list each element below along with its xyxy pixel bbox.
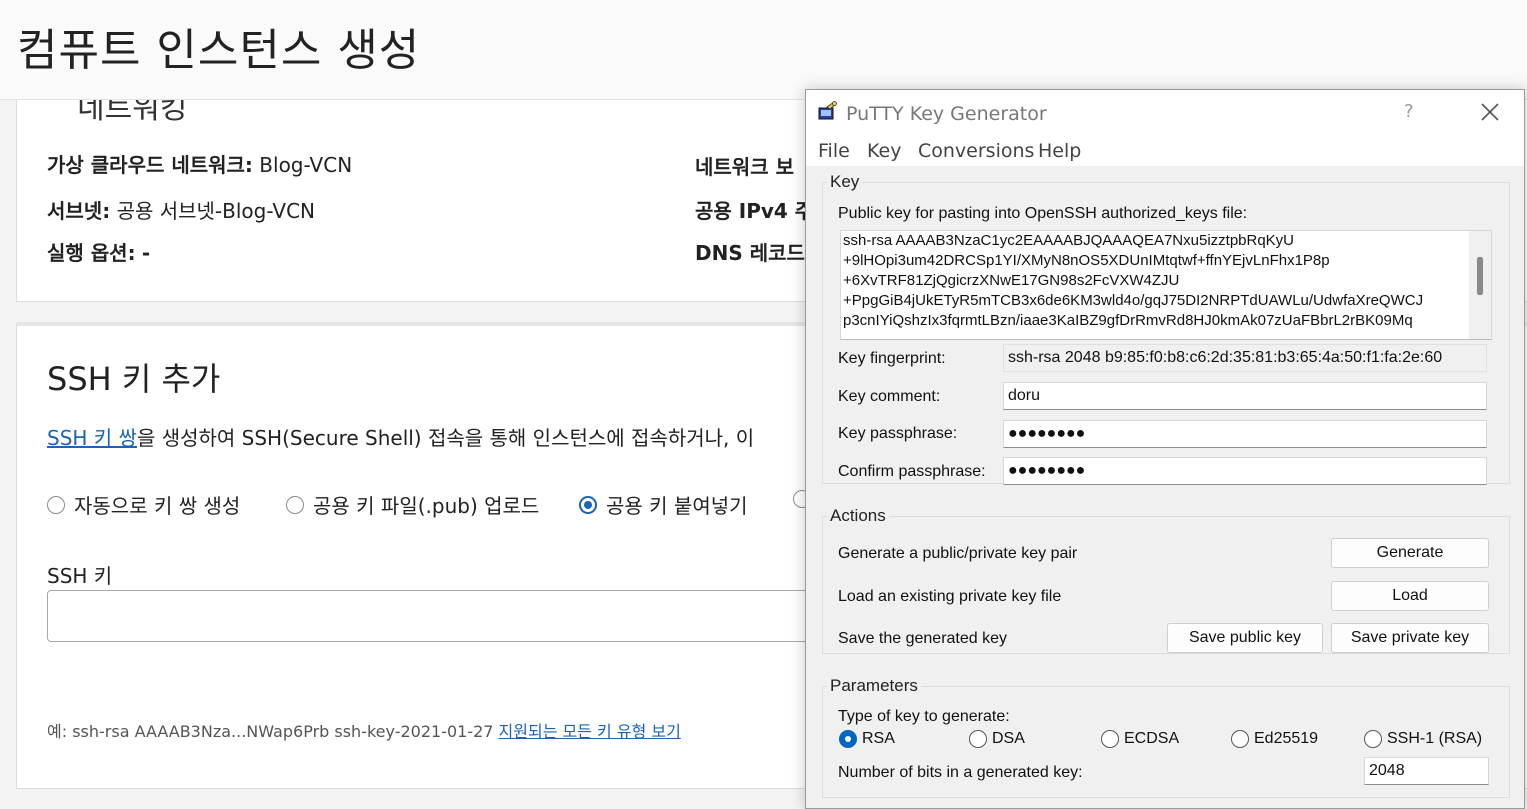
radio-dsa-circle[interactable] xyxy=(969,730,987,748)
vcn-row: 가상 클라우드 네트워크: Blog-VCN xyxy=(47,149,352,178)
option-upload-pub-file[interactable]: 공용 키 파일(.pub) 업로드 xyxy=(286,490,539,519)
menu-bar: File Key Conversions Help xyxy=(806,136,1524,166)
public-key-line: +9lHOpi3um42DRCSp1YI/XMyN8nOS5XDUnIMtqtw… xyxy=(843,252,1330,269)
ssh-key-pair-link[interactable]: SSH 키 쌍 xyxy=(47,426,137,450)
public-key-scrollbar[interactable] xyxy=(1469,231,1491,339)
option-generate-key-pair[interactable]: 자동으로 키 쌍 생성 xyxy=(47,490,240,519)
public-key-line: +6XvTRF81ZjQgicrzXNwE17GN98s2FcVXW4ZJU xyxy=(843,272,1180,289)
actions-group-legend: Actions xyxy=(830,506,886,525)
vcn-value: Blog-VCN xyxy=(259,153,353,177)
radio-upload-pub-file[interactable] xyxy=(286,495,304,514)
generate-button[interactable]: Generate xyxy=(1331,538,1489,568)
radio-label: RSA xyxy=(862,730,895,747)
dns-record-label: DNS 레코드 xyxy=(695,241,805,265)
launch-options-value: - xyxy=(141,241,151,265)
page-header: 컴퓨트 인스턴스 생성 xyxy=(0,0,1527,100)
option-paste-public-key[interactable]: 공용 키 붙여넣기 xyxy=(579,490,748,519)
passphrase-label: Key passphrase: xyxy=(838,425,958,442)
radio-ecdsa[interactable]: ECDSA xyxy=(1101,730,1179,748)
vcn-label: 가상 클라우드 네트워크: xyxy=(47,153,253,177)
radio-label: SSH-1 (RSA) xyxy=(1387,730,1483,747)
puttygen-app-icon xyxy=(818,101,837,120)
public-key-line: +PpgGiB4jUkETyR5mTCB3x6de6KM3wld4o/gqJ75… xyxy=(843,292,1424,309)
ssh-description-text: 을 생성하여 SSH(Secure Shell) 접속을 통해 인스턴스에 접속… xyxy=(136,426,755,450)
public-key-textbox[interactable]: ssh-rsa AAAAB3NzaC1yc2EAAAABJQAAAQEA7Nxu… xyxy=(840,230,1492,340)
radio-ecdsa-circle[interactable] xyxy=(1101,730,1119,748)
launch-options-label: 실행 옵션: xyxy=(47,241,136,265)
example-text: 예: ssh-rsa AAAAB3Nza...NWap6Prb ssh-key-… xyxy=(47,722,499,741)
menu-file[interactable]: File xyxy=(818,140,850,162)
close-icon[interactable] xyxy=(1472,94,1508,130)
load-label: Load an existing private key file xyxy=(838,588,1062,605)
bits-input[interactable]: 2048 xyxy=(1364,757,1489,785)
ssh-key-label: SSH 키 xyxy=(47,564,113,588)
key-comment-label: Key comment: xyxy=(838,388,941,405)
radio-ed25519-circle[interactable] xyxy=(1231,730,1249,748)
radio-generate-key-pair[interactable] xyxy=(47,495,65,514)
radio-label: Ed25519 xyxy=(1254,730,1319,747)
confirm-passphrase-label: Confirm passphrase: xyxy=(838,463,986,480)
title-bar[interactable]: PuTTY Key Generator ? xyxy=(806,90,1524,136)
confirm-passphrase-input[interactable]: ●●●●●●●● xyxy=(1003,457,1487,485)
bits-label: Number of bits in a generated key: xyxy=(838,764,1083,781)
option-label: 공용 키 파일(.pub) 업로드 xyxy=(313,494,540,518)
subnet-label: 서브넷: xyxy=(47,199,111,223)
window-title: PuTTY Key Generator xyxy=(846,103,1047,125)
supported-key-types-link[interactable]: 지원되는 모든 키 유형 보기 xyxy=(499,722,681,741)
subnet-row: 서브넷: 공용 서브넷-Blog-VCN xyxy=(47,195,315,224)
radio-rsa[interactable]: RSA xyxy=(839,730,895,748)
ssh-description: SSH 키 쌍을 생성하여 SSH(Secure Shell) 접속을 통해 인… xyxy=(47,422,754,451)
menu-conversions[interactable]: Conversions xyxy=(918,140,1034,162)
save-private-key-button[interactable]: Save private key xyxy=(1331,623,1489,653)
help-button[interactable]: ? xyxy=(1404,101,1414,122)
menu-key[interactable]: Key xyxy=(867,140,901,162)
launch-options-row: 실행 옵션: - xyxy=(47,237,150,266)
parameters-group-legend: Parameters xyxy=(830,676,918,695)
option-label: 자동으로 키 쌍 생성 xyxy=(74,494,241,518)
public-key-label: Public key for pasting into OpenSSH auth… xyxy=(838,205,1248,222)
fingerprint-label: Key fingerprint: xyxy=(838,350,946,367)
radio-rsa-circle[interactable] xyxy=(839,730,857,748)
subnet-value: 공용 서브넷-Blog-VCN xyxy=(116,199,315,223)
network-security-label: 네트워크 보 xyxy=(695,155,794,179)
save-public-key-button[interactable]: Save public key xyxy=(1167,623,1323,653)
radio-label: DSA xyxy=(992,730,1025,747)
option-label: 공용 키 붙여넣기 xyxy=(606,494,748,518)
key-comment-input[interactable]: doru xyxy=(1003,382,1487,410)
public-key-line: ssh-rsa AAAAB3NzaC1yc2EAAAABJQAAAQEA7Nxu… xyxy=(843,232,1295,249)
key-group-legend: Key xyxy=(830,172,860,191)
load-button[interactable]: Load xyxy=(1331,581,1489,611)
radio-label: ECDSA xyxy=(1124,730,1180,747)
radio-paste-public-key[interactable] xyxy=(579,495,597,514)
radio-ssh1-rsa-circle[interactable] xyxy=(1364,730,1382,748)
radio-dsa[interactable]: DSA xyxy=(969,730,1025,748)
public-key-line: p3cnIYiQshzIx3fqrmtLBzn/iaae3KaIBZ9gfDrR… xyxy=(843,312,1413,329)
key-type-label: Type of key to generate: xyxy=(838,708,1010,725)
save-label: Save the generated key xyxy=(838,630,1008,647)
puttygen-window: PuTTY Key Generator ? File Key Conversio… xyxy=(805,89,1525,809)
fingerprint-field: ssh-rsa 2048 b9:85:f0:b8:c6:2d:35:81:b3:… xyxy=(1003,344,1487,372)
ssh-key-example: 예: ssh-rsa AAAAB3Nza...NWap6Prb ssh-key-… xyxy=(47,718,681,742)
passphrase-input[interactable]: ●●●●●●●● xyxy=(1003,420,1487,448)
radio-ssh1-rsa[interactable]: SSH-1 (RSA) xyxy=(1364,730,1482,748)
public-ipv4-label: 공용 IPv4 주 xyxy=(695,199,814,223)
page-title: 컴퓨트 인스턴스 생성 xyxy=(17,25,421,76)
generate-label: Generate a public/private key pair xyxy=(838,545,1078,562)
ssh-section-title: SSH 키 추가 xyxy=(47,360,221,398)
menu-help[interactable]: Help xyxy=(1038,140,1081,162)
radio-ed25519[interactable]: Ed25519 xyxy=(1231,730,1318,748)
scrollbar-thumb[interactable] xyxy=(1477,257,1483,295)
